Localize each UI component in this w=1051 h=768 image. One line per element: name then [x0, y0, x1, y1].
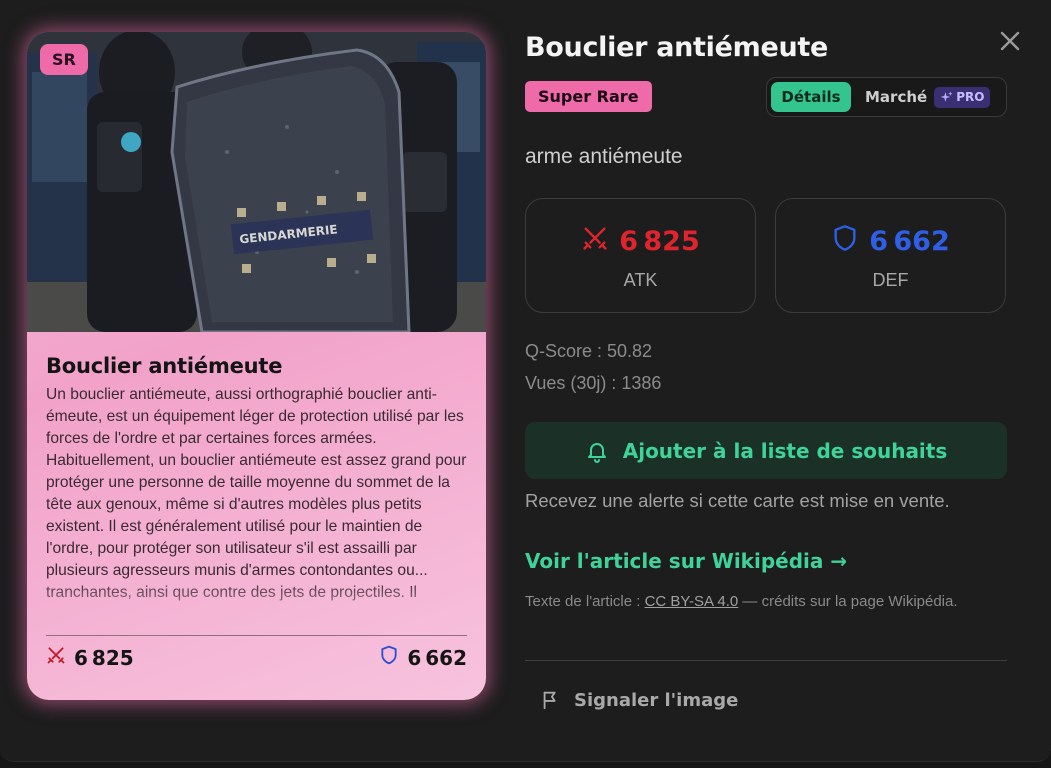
wishlist-button-label: Ajouter à la liste de souhaits [622, 438, 948, 463]
article-credits: Texte de l'article : CC BY-SA 4.0 — créd… [525, 591, 1007, 613]
tab-details[interactable]: Détails [771, 82, 851, 112]
atk-label: ATK [623, 270, 658, 290]
qscore-text: Q-Score : 50.82 [525, 341, 653, 361]
card-def-stat: 6 662 [379, 645, 467, 670]
shield-icon [379, 645, 399, 670]
report-image-label: Signaler l'image [574, 689, 739, 711]
wikipedia-link[interactable]: Voir l'article sur Wikipédia → [525, 549, 847, 573]
close-icon[interactable] [996, 27, 1024, 55]
card-atk-value: 6 825 [74, 645, 134, 670]
card-category: arme antiémeute [525, 145, 683, 168]
report-image-button[interactable]: Signaler l'image [540, 689, 738, 711]
card-def-value: 6 662 [407, 645, 467, 670]
card-title: Bouclier antiémeute [46, 354, 283, 378]
rarity-tag: SR [40, 44, 88, 75]
close-button[interactable] [996, 27, 1024, 55]
card-image: GENDARMERIE SR [27, 32, 486, 332]
collectible-card[interactable]: GENDARMERIE SR Bouclier antiémeute Un bo… [27, 32, 486, 700]
atk-value: 6 825 [619, 226, 700, 257]
card-description: Un bouclier antiémeute, aussi orthograph… [46, 386, 467, 601]
add-to-wishlist-button[interactable]: Ajouter à la liste de souhaits [525, 422, 1007, 479]
pro-badge-label: PRO [956, 90, 985, 104]
section-divider [525, 660, 1007, 661]
def-label: DEF [872, 270, 909, 290]
crossed-swords-icon [581, 224, 609, 259]
shield-icon [831, 224, 859, 259]
card-name-heading: Bouclier antiémeute [525, 32, 828, 63]
view-tabs: Détails Marché PRO [766, 77, 1007, 117]
card-atk-stat: 6 825 [46, 645, 134, 670]
license-link[interactable]: CC BY-SA 4.0 [645, 593, 739, 610]
credits-prefix: Texte de l'article : [525, 593, 645, 610]
wishlist-hint: Recevez une alerte si cette carte est mi… [525, 490, 950, 511]
tab-market[interactable]: Marché PRO [865, 82, 991, 112]
bell-icon [587, 442, 606, 463]
card-divider [46, 635, 467, 636]
pro-badge: PRO [934, 86, 991, 108]
sparkles-icon [940, 91, 953, 102]
def-stat-box: 6 662 DEF [775, 198, 1006, 313]
crossed-swords-icon [46, 645, 66, 670]
def-value: 6 662 [869, 226, 950, 257]
views-text: Vues (30j) : 1386 [525, 373, 662, 393]
tab-market-label: Marché [865, 88, 928, 106]
credits-suffix: — crédits sur la page Wikipédia. [738, 593, 958, 610]
atk-stat-box: 6 825 ATK [525, 198, 756, 313]
rarity-badge: Super Rare [525, 81, 652, 112]
flag-icon [543, 691, 556, 710]
card-details-modal: GENDARMERIE SR Bouclier antiémeute Un bo… [0, 0, 1051, 762]
